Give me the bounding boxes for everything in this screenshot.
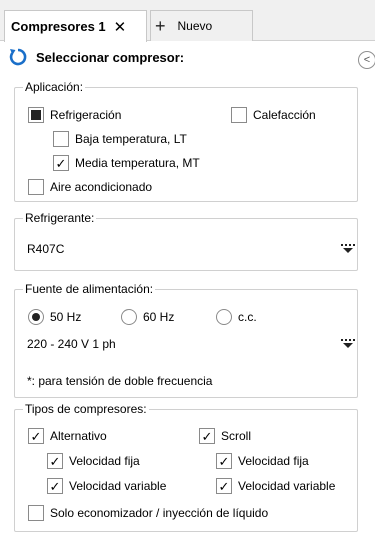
- velocidad-variable-label: Velocidad variable: [238, 479, 336, 493]
- checkmark-icon[interactable]: ✓: [216, 453, 232, 469]
- alternativo-velocidad-fija-checkbox[interactable]: ✓ Velocidad fija: [47, 453, 140, 469]
- checkbox-icon[interactable]: [28, 505, 44, 521]
- tab-bar: Compresores 1 ✕ + Nuevo: [0, 0, 375, 42]
- checkmark-icon[interactable]: ✓: [199, 428, 215, 444]
- refrigerante-dropdown[interactable]: R407C: [27, 238, 355, 260]
- radio-cc[interactable]: c.c.: [216, 309, 257, 325]
- baja-temperatura-label: Baja temperatura, LT: [75, 132, 187, 146]
- calefaccion-label: Calefacción: [253, 108, 316, 122]
- checkmark-icon[interactable]: ✓: [47, 478, 63, 494]
- dropdown-icon[interactable]: [341, 244, 355, 254]
- tab-new[interactable]: + Nuevo: [150, 10, 253, 41]
- radio-cc-label: c.c.: [238, 310, 257, 324]
- checkmark-icon[interactable]: ✓: [47, 453, 63, 469]
- refrigeracion-label: Refrigeración: [50, 108, 122, 122]
- footnote: *: para tensión de doble frecuencia: [27, 374, 213, 388]
- tab-compresores-1[interactable]: Compresores 1 ✕: [4, 10, 147, 42]
- refrigeracion-checkbox[interactable]: Refrigeración: [28, 107, 121, 123]
- media-temperatura-label: Media temperatura, MT: [75, 156, 200, 170]
- alternativo-checkbox[interactable]: ✓ Alternativo: [28, 428, 107, 444]
- baja-temperatura-checkbox[interactable]: Baja temperatura, LT: [53, 131, 187, 147]
- alternativo-velocidad-variable-checkbox[interactable]: ✓ Velocidad variable: [47, 478, 166, 494]
- velocidad-fija-label: Velocidad fija: [69, 454, 140, 468]
- checkmark-icon[interactable]: ✓: [216, 478, 232, 494]
- calefaccion-checkbox[interactable]: Calefacción: [231, 107, 316, 123]
- radio-50hz[interactable]: 50 Hz: [28, 309, 81, 325]
- checkmark-icon[interactable]: ✓: [53, 155, 69, 171]
- velocidad-variable-label: Velocidad variable: [69, 479, 167, 493]
- aire-acondicionado-checkbox[interactable]: Aire acondicionado: [28, 179, 152, 195]
- refresh-icon[interactable]: [8, 47, 28, 67]
- radio-icon[interactable]: [121, 309, 137, 325]
- checkbox-icon[interactable]: [28, 179, 44, 195]
- scroll-label: Scroll: [221, 429, 252, 443]
- economizador-label: Solo economizador / inyección de líquido: [50, 506, 269, 520]
- aire-acondicionado-label: Aire acondicionado: [50, 180, 153, 194]
- checkbox-icon[interactable]: [53, 131, 69, 147]
- scroll-velocidad-fija-checkbox[interactable]: ✓ Velocidad fija: [216, 453, 309, 469]
- collapse-panel-icon[interactable]: <: [358, 51, 375, 69]
- radio-60hz[interactable]: 60 Hz: [121, 309, 174, 325]
- media-temperatura-checkbox[interactable]: ✓ Media temperatura, MT: [53, 155, 200, 171]
- plus-icon[interactable]: +: [155, 17, 166, 35]
- panel-header: Seleccionar compresor: <: [0, 44, 375, 70]
- scroll-checkbox[interactable]: ✓ Scroll: [199, 428, 251, 444]
- alternativo-label: Alternativo: [50, 429, 107, 443]
- checkmark-icon[interactable]: ✓: [28, 428, 44, 444]
- tab-label: Compresores 1: [11, 19, 106, 34]
- radio-60hz-label: 60 Hz: [143, 310, 175, 324]
- voltage-dropdown[interactable]: 220 - 240 V 1 ph: [27, 333, 355, 355]
- panel-title: Seleccionar compresor:: [36, 50, 185, 65]
- voltage-value: 220 - 240 V 1 ph: [27, 337, 116, 351]
- aplicacion-legend: Aplicación:: [25, 80, 84, 94]
- radio-selected-icon[interactable]: [28, 309, 44, 325]
- economizador-checkbox[interactable]: Solo economizador / inyección de líquido: [28, 505, 268, 521]
- dropdown-icon[interactable]: [341, 339, 355, 349]
- radio-icon[interactable]: [216, 309, 232, 325]
- checkbox-icon[interactable]: [231, 107, 247, 123]
- velocidad-fija-label: Velocidad fija: [238, 454, 309, 468]
- fuente-legend: Fuente de alimentación:: [25, 282, 154, 296]
- tipos-legend: Tipos de compresores:: [25, 402, 147, 416]
- refrigerante-legend: Refrigerante:: [25, 211, 95, 225]
- tab-new-label: Nuevo: [177, 19, 213, 33]
- refrigerante-value: R407C: [27, 242, 65, 256]
- radio-50hz-label: 50 Hz: [50, 310, 82, 324]
- tri-state-checkbox-icon[interactable]: [28, 107, 44, 123]
- scroll-velocidad-variable-checkbox[interactable]: ✓ Velocidad variable: [216, 478, 335, 494]
- close-tab-icon[interactable]: ✕: [114, 18, 127, 36]
